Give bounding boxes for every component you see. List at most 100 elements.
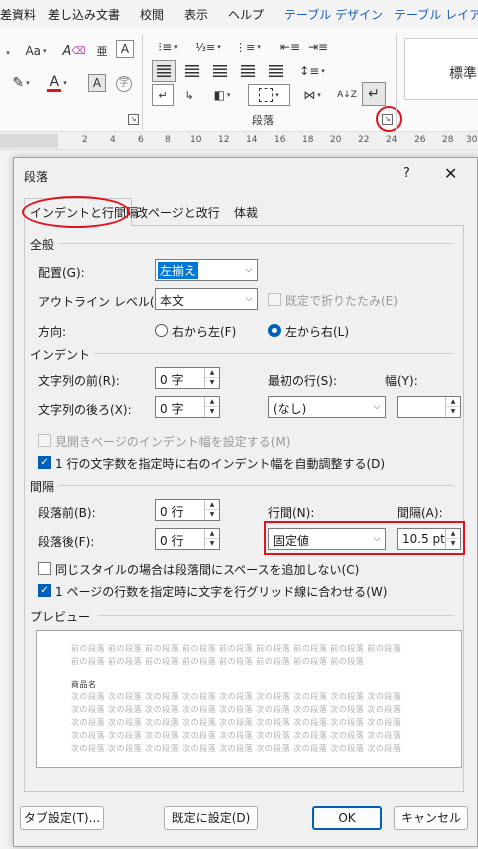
phonetic-guide-icon[interactable]: 亜 bbox=[92, 40, 112, 62]
asian-layout-button[interactable]: ⋈ ▾ bbox=[294, 84, 330, 106]
snap-to-grid-label: 1 ページの行数を指定時に文字を行グリッド線に合わせる(W) bbox=[55, 585, 388, 599]
borders-button[interactable]: ▾ bbox=[248, 84, 290, 106]
launcher-highlight-circle bbox=[376, 106, 402, 132]
font-dialog-launcher-icon[interactable]: ↘ bbox=[128, 114, 139, 125]
align-left-icon[interactable] bbox=[152, 60, 176, 82]
decrease-indent-icon[interactable]: ⇤≡ bbox=[278, 36, 302, 58]
indent-after-stepper[interactable]: 0 字 ▲ ▼ bbox=[155, 396, 220, 418]
horizontal-ruler[interactable]: 2 4 6 8 10 12 14 16 18 20 22 24 26 28 30 bbox=[0, 132, 478, 150]
numbering-button[interactable]: ⅓≡ ▾ bbox=[190, 36, 226, 58]
tab-mailings[interactable]: 差し込み文書 bbox=[48, 6, 120, 23]
ribbon: ▾ Aa ▾ A ⌫ 亜 A ✎ ▾ A ▾ A 字 ↘ ⁝≡ ▾ ⅓≡ ▾ ⋮≡ ▾ ⇤≡… bbox=[0, 28, 478, 132]
spin-down-icon[interactable]: ▼ bbox=[205, 378, 219, 388]
ribbon-tab-bar: 差資料 差し込み文書 校閲 表示 ヘルプ テーブル デザイン テーブル レイアウ bbox=[0, 0, 478, 28]
rtl-direction-icon[interactable]: ↳ bbox=[178, 84, 200, 106]
cancel-button[interactable]: キャンセル bbox=[394, 806, 468, 830]
space-before-label: 段落前(B): bbox=[38, 506, 96, 520]
spin-up-icon[interactable]: ▲ bbox=[205, 397, 219, 407]
preview-sample-text: 商品名 bbox=[71, 680, 97, 689]
tab-references[interactable]: 差資料 bbox=[0, 6, 36, 23]
outline-level-select[interactable]: 本文 ⌵ bbox=[155, 288, 258, 310]
collapse-default-checkbox[interactable] bbox=[268, 293, 281, 306]
close-icon[interactable]: ✕ bbox=[444, 164, 457, 183]
character-shading-icon[interactable]: A bbox=[88, 74, 106, 92]
chevron-down-icon: ⌵ bbox=[373, 402, 381, 412]
first-line-label: 最初の行(S): bbox=[268, 374, 338, 388]
ruler-margin-shade bbox=[0, 134, 58, 148]
line-spacing-label: 行間(N): bbox=[268, 506, 315, 520]
section-divider bbox=[58, 485, 454, 486]
spin-up-icon[interactable]: ▲ bbox=[205, 368, 219, 378]
spin-up-icon[interactable]: ▲ bbox=[205, 529, 219, 539]
distributed-icon[interactable] bbox=[264, 60, 288, 82]
spin-up-icon[interactable]: ▲ bbox=[446, 397, 460, 407]
ok-button[interactable]: OK bbox=[312, 806, 382, 830]
tab-line-page-breaks[interactable]: 改ページと改行 bbox=[136, 204, 220, 221]
tab-table-layout[interactable]: テーブル レイアウ bbox=[394, 6, 478, 23]
group-separator bbox=[142, 34, 143, 130]
ltr-label: 左から右(L) bbox=[285, 325, 350, 339]
multilevel-list-button[interactable]: ⋮≡ ▾ bbox=[230, 36, 266, 58]
spin-down-icon[interactable]: ▼ bbox=[205, 510, 219, 520]
paragraph-dialog: 段落 ? ✕ インデントと行間隔 改ページと改行 体裁 全般 配置(G): 左揃… bbox=[13, 157, 478, 847]
preview-next-text: 次の段落 次の段落 次の段落 次の段落 次の段落 次の段落 次の段落 次の段落 … bbox=[71, 692, 402, 701]
font-color-icon: A bbox=[49, 73, 60, 90]
dialog-title: 段落 bbox=[24, 170, 49, 184]
alignment-select[interactable]: 左揃え ⌵ bbox=[155, 259, 258, 281]
ruler-number: 26 bbox=[414, 135, 426, 145]
space-after-label: 段落後(F): bbox=[38, 535, 95, 549]
show-hide-marks-icon[interactable]: ↵ bbox=[362, 82, 386, 106]
enclosed-character-icon[interactable]: 字 bbox=[114, 74, 134, 94]
shading-button[interactable]: ◧ ▾ bbox=[204, 84, 240, 106]
character-border-icon[interactable]: A bbox=[116, 40, 134, 58]
highlight-color-button[interactable]: ✎ ▾ bbox=[4, 72, 38, 94]
ltr-radio[interactable] bbox=[268, 324, 281, 337]
style-gallery-item[interactable]: 標準 bbox=[404, 38, 478, 100]
bullets-button[interactable]: ⁝≡ ▾ bbox=[150, 36, 186, 58]
first-line-select[interactable]: (なし) ⌵ bbox=[268, 396, 386, 418]
tab-typography[interactable]: 体裁 bbox=[234, 204, 258, 221]
section-spacing: 間隔 bbox=[30, 480, 55, 494]
sort-icon[interactable]: A↓Z bbox=[336, 84, 358, 106]
space-after-stepper[interactable]: 0 行 ▲ ▼ bbox=[155, 528, 220, 550]
ruler-number: 8 bbox=[165, 135, 171, 145]
indent-width-stepper[interactable]: ▲ ▼ bbox=[397, 396, 461, 418]
ruler-number: 10 bbox=[190, 135, 202, 145]
no-space-same-style-checkbox[interactable] bbox=[38, 562, 51, 575]
align-center-icon[interactable] bbox=[180, 60, 204, 82]
justify-icon[interactable] bbox=[236, 60, 260, 82]
indent-before-label: 文字列の前(R): bbox=[38, 374, 120, 388]
auto-adjust-indent-checkbox[interactable]: ✓ bbox=[38, 456, 51, 469]
paragraph-preview: 前の段落 前の段落 前の段落 前の段落 前の段落 前の段落 前の段落 前の段落 … bbox=[36, 630, 462, 768]
set-default-button[interactable]: 既定に設定(D) bbox=[164, 806, 258, 830]
mirror-indent-checkbox[interactable] bbox=[38, 434, 51, 447]
ltr-direction-icon[interactable]: ↵ bbox=[152, 84, 174, 106]
line-spacing-button[interactable]: ↕≡ ▾ bbox=[294, 60, 330, 82]
collapse-default-label: 既定で折りたたみ(E) bbox=[285, 294, 398, 308]
help-icon[interactable]: ? bbox=[403, 166, 410, 181]
section-divider bbox=[98, 615, 454, 616]
spacing-at-label: 間隔(A): bbox=[397, 506, 443, 520]
spin-down-icon[interactable]: ▼ bbox=[446, 407, 460, 417]
indent-before-stepper[interactable]: 0 字 ▲ ▼ bbox=[155, 367, 220, 389]
spin-down-icon[interactable]: ▼ bbox=[205, 539, 219, 549]
align-right-icon[interactable] bbox=[208, 60, 232, 82]
tab-review[interactable]: 校閲 bbox=[140, 6, 164, 23]
tab-view[interactable]: 表示 bbox=[184, 6, 208, 23]
tabs-button[interactable]: タブ設定(T)... bbox=[20, 806, 104, 830]
ruler-number: 24 bbox=[386, 135, 398, 145]
snap-to-grid-checkbox[interactable]: ✓ bbox=[38, 584, 51, 597]
clear-format-icon[interactable]: A ⌫ bbox=[62, 40, 86, 62]
tab-help[interactable]: ヘルプ bbox=[228, 6, 264, 23]
font-size-change-button[interactable]: Aa ▾ bbox=[18, 40, 54, 62]
font-menu-fragment[interactable]: ▾ bbox=[0, 42, 14, 64]
ruler-number: 16 bbox=[274, 135, 286, 145]
spin-down-icon[interactable]: ▼ bbox=[205, 407, 219, 417]
tab-table-design[interactable]: テーブル デザイン bbox=[284, 6, 383, 23]
space-before-stepper[interactable]: 0 行 ▲ ▼ bbox=[155, 499, 220, 521]
section-divider bbox=[58, 243, 454, 244]
increase-indent-icon[interactable]: ⇥≡ bbox=[306, 36, 330, 58]
font-color-button[interactable]: A ▾ bbox=[42, 72, 72, 94]
spin-up-icon[interactable]: ▲ bbox=[205, 500, 219, 510]
rtl-radio[interactable] bbox=[155, 324, 168, 337]
